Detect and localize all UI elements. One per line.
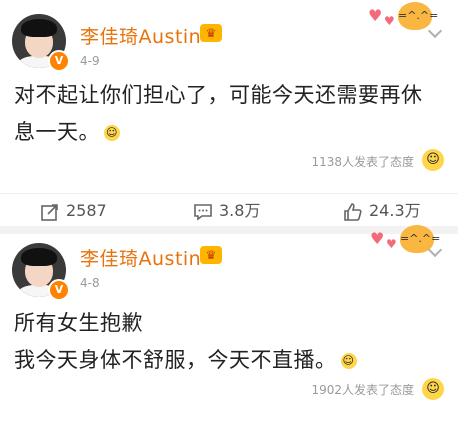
author-name[interactable]: 李佳琦Austin <box>80 244 201 271</box>
smiley-emoji-icon[interactable]: ☺ <box>422 149 444 171</box>
vip-crown-icon: ♛ <box>200 246 222 264</box>
post-line: 所有女生抱歉 <box>14 311 143 335</box>
smiley-emoji-icon[interactable]: ☺ <box>422 378 444 400</box>
weibo-post: V 李佳琦Austin ♛ 4-8 ♥ ♥ =^.^= 所有女生抱歉 我今天身体… <box>0 225 458 425</box>
emoji-icon: ☺ <box>104 125 120 141</box>
weibo-post: V 李佳琦Austin ♛ 4-9 ♥ ♥ =^.^= 对不起让你们担心了，可能… <box>0 0 458 193</box>
vip-crown-icon: ♛ <box>200 24 222 42</box>
author-name[interactable]: 李佳琦Austin <box>80 22 201 49</box>
comment-button[interactable]: 3.8万 <box>193 200 260 222</box>
post-text: 所有女生抱歉 我今天身体不舒服，今天不直播。 ☺ <box>14 305 454 379</box>
repost-button[interactable]: 2587 <box>40 200 107 222</box>
post-line: 对不起让你们担心了，可能今天还需要再休 <box>14 83 423 107</box>
chevron-down-icon[interactable] <box>427 23 443 39</box>
heart-decoration-icon: ♥ <box>386 237 397 251</box>
comment-icon <box>194 203 212 221</box>
heart-decoration-icon: ♥ <box>368 6 383 25</box>
post-line: 我今天身体不舒服，今天不直播。 <box>14 348 337 372</box>
comment-count: 3.8万 <box>219 201 261 220</box>
post-line: 息一天。 <box>14 120 100 144</box>
like-count: 24.3万 <box>369 201 421 220</box>
repost-icon <box>41 203 58 221</box>
verified-badge-icon: V <box>48 279 70 301</box>
thumbs-up-icon <box>344 202 362 221</box>
repost-count: 2587 <box>66 201 107 220</box>
heart-decoration-icon: ♥ <box>370 229 385 248</box>
heart-decoration-icon: ♥ <box>384 14 395 28</box>
like-button[interactable]: 24.3万 <box>343 200 421 222</box>
reaction-count[interactable]: 1902人发表了态度 <box>311 381 414 398</box>
verified-badge-icon: V <box>48 50 70 72</box>
post-text: 对不起让你们担心了，可能今天还需要再休 息一天。 ☺ <box>14 77 454 151</box>
card-decoration-icon: =^.^= <box>398 2 438 30</box>
post-date: 4-8 <box>80 276 100 290</box>
post-date: 4-9 <box>80 54 100 68</box>
reaction-count[interactable]: 1138人发表了态度 <box>311 153 414 170</box>
emoji-icon: ☺ <box>340 353 357 369</box>
